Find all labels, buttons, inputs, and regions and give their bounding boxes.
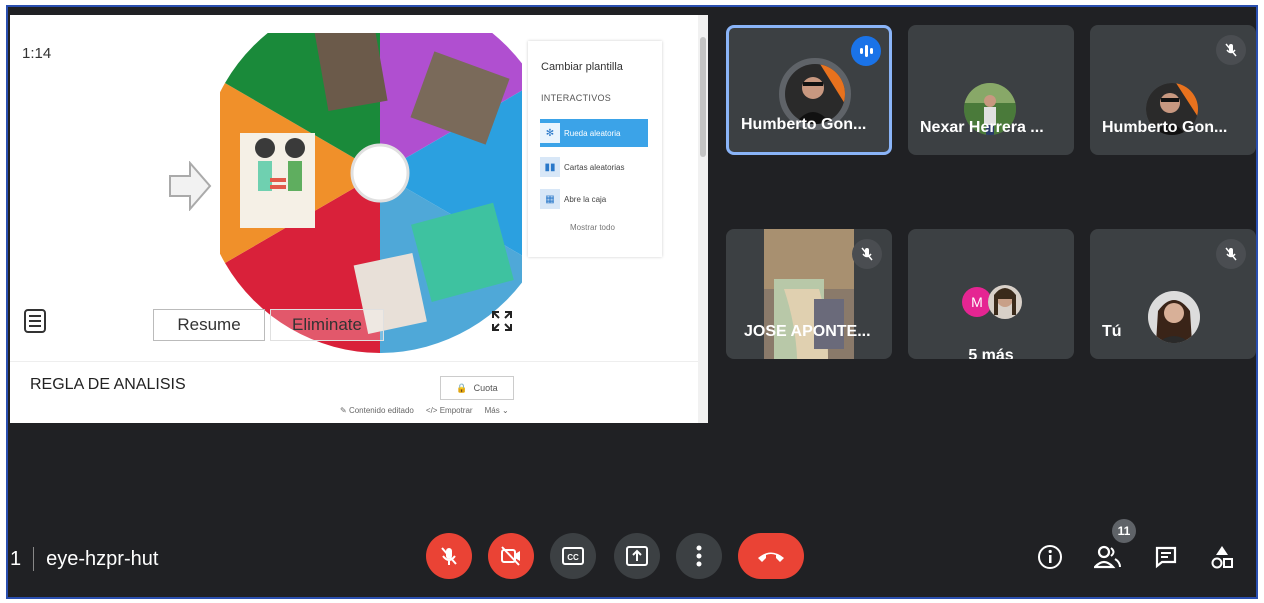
participant-name: Tú xyxy=(1102,323,1122,340)
template-item-random-wheel[interactable]: ✻ Rueda aleatoria xyxy=(540,119,648,147)
edited-link[interactable]: ✎ Contenido editado xyxy=(340,406,414,415)
participant-tile[interactable]: Nexar Herrera ... xyxy=(908,25,1074,155)
muted-mic-icon xyxy=(852,239,882,269)
activity-footer: REGLA DE ANALISIS 🔒 Cuota ✎ Contenido ed… xyxy=(10,361,698,423)
more-link[interactable]: Más ⌄ xyxy=(485,406,509,415)
meet-window: 1:14 Resume Eliminate Cambiar plantilla … xyxy=(6,5,1258,599)
present-screen-button[interactable] xyxy=(614,533,660,579)
activity-menu-button[interactable] xyxy=(24,309,46,333)
participant-name: JOSE APONTE... xyxy=(744,323,871,340)
activities-shapes-icon xyxy=(1211,546,1233,569)
template-item-label: Cartas aleatorias xyxy=(564,162,625,172)
muted-mic-icon xyxy=(1216,35,1246,65)
meeting-time: 1 xyxy=(10,547,22,570)
more-participants-tile[interactable]: M 5 más xyxy=(908,229,1074,359)
camera-off-icon xyxy=(501,546,520,566)
more-options-button[interactable] xyxy=(676,533,722,579)
speaking-indicator-icon xyxy=(851,36,881,66)
participant-tile[interactable]: Tú xyxy=(1090,229,1256,359)
activity-timer: 1:14 xyxy=(22,45,52,62)
participant-name: Nexar Herrera ... xyxy=(920,119,1044,136)
meeting-code: eye-hzpr-hut xyxy=(46,547,159,570)
boxes-icon: ▦ xyxy=(540,189,560,209)
avatar xyxy=(988,285,1022,319)
hang-up-icon xyxy=(758,552,784,562)
more-participants-count: 5 más xyxy=(968,347,1014,359)
info-icon xyxy=(1038,545,1062,569)
share-lock-button[interactable]: 🔒 Cuota xyxy=(440,376,514,400)
meeting-details-button[interactable] xyxy=(1034,541,1066,573)
muted-mic-icon xyxy=(1216,239,1246,269)
participant-tile[interactable]: Humberto Gon... xyxy=(726,25,892,155)
people-button[interactable] xyxy=(1092,541,1124,573)
activity-meta-links: ✎ Contenido editado </> Empotrar Más ⌄ xyxy=(340,406,509,415)
template-panel: Cambiar plantilla INTERACTIVOS ✻ Rueda a… xyxy=(528,41,662,257)
shared-presentation[interactable]: 1:14 Resume Eliminate Cambiar plantilla … xyxy=(10,15,708,423)
chat-icon xyxy=(1155,546,1177,569)
chat-button[interactable] xyxy=(1150,541,1182,573)
closed-captions-icon: CC xyxy=(562,547,584,565)
participant-name: Humberto Gon... xyxy=(741,116,867,133)
divider xyxy=(33,547,35,571)
participant-count-badge: 11 xyxy=(1112,519,1136,543)
interactives-heading: INTERACTIVOS xyxy=(541,93,612,103)
participant-tile[interactable]: JOSE APONTE... xyxy=(726,229,892,359)
lock-icon: 🔒 xyxy=(456,382,468,393)
fullscreen-icon[interactable] xyxy=(490,309,514,333)
template-item-label: Rueda aleatoria xyxy=(564,128,621,138)
participant-tile[interactable]: Humberto Gon... xyxy=(1090,25,1256,155)
mic-off-icon xyxy=(441,547,457,565)
template-item-random-cards[interactable]: ▮▮ Cartas aleatorias xyxy=(540,153,648,181)
snowflake-icon: ✻ xyxy=(540,123,560,143)
eliminate-button[interactable]: Eliminate xyxy=(270,309,384,341)
share-lock-label: Cuota xyxy=(473,383,498,393)
presentation-scrollbar[interactable] xyxy=(698,15,708,423)
template-item-open-box[interactable]: ▦ Abre la caja xyxy=(540,185,648,213)
show-all-link[interactable]: Mostrar todo xyxy=(570,223,615,232)
pointer-arrow-icon xyxy=(169,161,212,211)
resume-button[interactable]: Resume xyxy=(153,309,265,341)
people-icon xyxy=(1094,545,1121,569)
leave-call-button[interactable] xyxy=(738,533,804,579)
wheel-activity: 1:14 Resume Eliminate xyxy=(10,33,522,361)
avatar xyxy=(1148,291,1200,343)
svg-text:CC: CC xyxy=(567,553,579,562)
template-item-label: Abre la caja xyxy=(564,194,607,204)
cards-icon: ▮▮ xyxy=(540,157,560,177)
activities-button[interactable] xyxy=(1206,541,1238,573)
toggle-camera-button[interactable] xyxy=(488,533,534,579)
activity-title: REGLA DE ANALISIS xyxy=(30,376,186,393)
more-label: Más xyxy=(484,406,500,415)
meeting-info: 1 eye-hzpr-hut xyxy=(10,547,158,571)
participant-name: Humberto Gon... xyxy=(1102,119,1228,136)
change-template-link[interactable]: Cambiar plantilla xyxy=(541,61,623,73)
captions-button[interactable]: CC xyxy=(550,533,596,579)
embed-link[interactable]: </> Empotrar xyxy=(426,406,473,415)
present-icon xyxy=(626,546,648,566)
toggle-mic-button[interactable] xyxy=(426,533,472,579)
edited-label: Contenido editado xyxy=(348,406,414,415)
more-vert-icon xyxy=(696,545,702,567)
embed-label: Empotrar xyxy=(439,406,473,415)
